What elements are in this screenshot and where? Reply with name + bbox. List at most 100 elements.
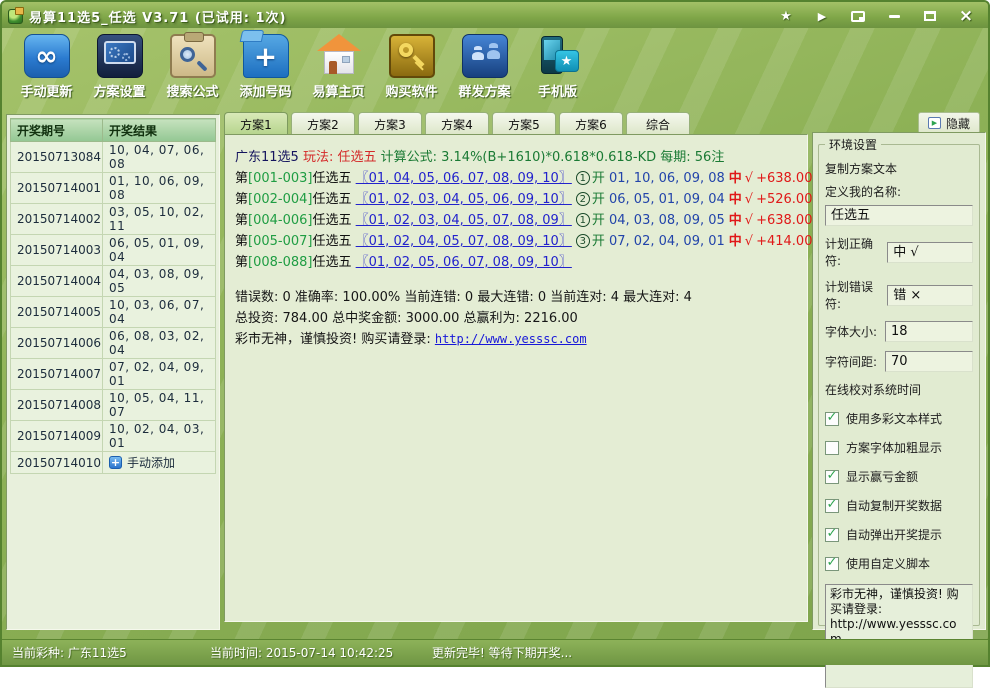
skin-button[interactable]	[844, 7, 872, 25]
issue-cell: 20150714007	[11, 359, 103, 390]
open-result: 01, 10, 06, 09, 08	[609, 171, 725, 186]
table-row[interactable]: 2015071400404, 03, 08, 09, 05	[11, 266, 216, 297]
hide-panel-button[interactable]: 隐藏	[918, 112, 980, 134]
picked-numbers-link[interactable]: 〖01, 02, 03, 04, 05, 06, 09, 10〗	[356, 192, 572, 207]
tab-plan4[interactable]: 方案4	[425, 112, 489, 135]
checkbox-show-profit[interactable]: 显示赢亏金额	[825, 468, 973, 485]
plan-line: 第[005-007]任选五 〖01, 02, 04, 05, 07, 08, 0…	[235, 231, 797, 252]
result-cell: 10, 02, 04, 03, 01	[102, 421, 215, 452]
table-row[interactable]: 2015071400810, 05, 04, 11, 07	[11, 390, 216, 421]
table-row[interactable]: 2015071400910, 02, 04, 03, 01	[11, 421, 216, 452]
tab-plan2[interactable]: 方案2	[291, 112, 355, 135]
table-row[interactable]: 2015071400306, 05, 01, 09, 04	[11, 235, 216, 266]
title-bar: 易算11选5_任选 V3.71 (已试用: 1次)	[2, 2, 988, 28]
checkbox-custom-script[interactable]: 使用自定义脚本	[825, 555, 973, 572]
line-play: 任选五	[312, 234, 351, 249]
error-symbol-input[interactable]: 错 ×	[887, 285, 973, 306]
toolbar-group-send[interactable]: 群发方案	[448, 34, 521, 110]
manual-add-label: 手动添加	[127, 454, 175, 471]
copy-plan-text-label[interactable]: 复制方案文本	[825, 160, 973, 177]
tab-plan5[interactable]: 方案5	[492, 112, 556, 135]
toolbar-homepage[interactable]: 易算主页	[302, 34, 375, 110]
hit-sequence-badge: 1	[576, 171, 590, 185]
checkbox-colorful-text[interactable]: 使用多彩文本样式	[825, 410, 973, 427]
line-prefix: 第	[235, 192, 248, 207]
toolbar-mobile-version[interactable]: 手机版	[521, 34, 594, 110]
maximize-button[interactable]	[916, 7, 944, 25]
open-label: 开	[592, 171, 605, 186]
draw-history-table: 开奖期号 开奖结果 2015071308410, 04, 07, 06, 08 …	[10, 118, 216, 474]
minimize-icon	[889, 15, 900, 18]
purchase-link[interactable]: http://www.yesssc.com	[435, 332, 587, 346]
lottery-name: 广东11选5	[235, 150, 299, 165]
issue-cell: 20150714009	[11, 421, 103, 452]
line-play: 任选五	[312, 255, 351, 270]
manual-add-button[interactable]: 手动添加	[109, 454, 214, 471]
line-play: 任选五	[312, 192, 351, 207]
table-row[interactable]: 2015071400510, 03, 06, 07, 04	[11, 297, 216, 328]
plan-line: 第[008-088]任选五 〖01, 02, 05, 06, 07, 08, 0…	[235, 252, 797, 273]
status-bar: 当前彩种: 广东11选5 当前时间: 2015-07-14 10:42:25 更…	[2, 639, 988, 665]
app-icon	[8, 9, 23, 24]
picked-numbers-link[interactable]: 〖01, 02, 05, 06, 07, 08, 09, 10〗	[356, 255, 572, 270]
collapse-arrow-icon	[928, 117, 941, 129]
toolbar-label: 手动更新	[20, 81, 72, 100]
profit-amount: +414.00	[756, 234, 812, 249]
toolbar-search-formula[interactable]: 搜索公式	[156, 34, 229, 110]
result-cell: 04, 03, 08, 09, 05	[102, 266, 215, 297]
toolbar-label: 群发方案	[458, 81, 510, 100]
minimize-button[interactable]	[880, 7, 908, 25]
char-spacing-label: 字符间距:	[825, 353, 877, 370]
notice-textarea[interactable]: 彩市无神，谨慎投资! 购买请登录: http://www.yesssc.com	[825, 584, 973, 688]
mobile-icon	[535, 34, 581, 78]
group-send-icon	[462, 34, 508, 78]
char-spacing-input[interactable]: 70	[885, 351, 973, 372]
plan-name-input[interactable]: 任选五	[825, 205, 973, 226]
tab-plan1[interactable]: 方案1	[224, 112, 288, 135]
table-row[interactable]: 2015071308410, 04, 07, 06, 08	[11, 142, 216, 173]
checkbox-auto-copy[interactable]: 自动复制开奖数据	[825, 497, 973, 514]
time-sync-label[interactable]: 在线校对系统时间	[825, 381, 973, 398]
toolbar-plan-settings[interactable]: 方案设置	[83, 34, 156, 110]
close-button[interactable]	[952, 7, 980, 25]
line-prefix: 第	[235, 234, 248, 249]
correct-symbol-input[interactable]: 中 √	[887, 242, 973, 263]
tab-plan6[interactable]: 方案6	[559, 112, 623, 135]
picked-numbers-link[interactable]: 〖01, 04, 05, 06, 07, 08, 09, 10〗	[356, 171, 572, 186]
toolbar-manual-update[interactable]: 手动更新	[10, 34, 83, 110]
checkbox-label: 自动弹出开奖提示	[846, 526, 942, 543]
favorite-button[interactable]	[772, 7, 800, 25]
table-row[interactable]: 2015071400101, 10, 06, 09, 08	[11, 173, 216, 204]
hit-sequence-badge: 1	[576, 213, 590, 227]
table-row[interactable]: 2015071400707, 02, 04, 09, 01	[11, 359, 216, 390]
table-row[interactable]: 2015071400606, 08, 03, 02, 04	[11, 328, 216, 359]
font-size-input[interactable]: 18	[885, 321, 973, 342]
column-header-issue[interactable]: 开奖期号	[11, 119, 103, 142]
open-result: 07, 02, 04, 09, 01	[609, 234, 725, 249]
search-formula-icon	[170, 34, 216, 78]
tab-summary[interactable]: 综合	[626, 112, 690, 135]
issue-range: [001-003]	[248, 171, 312, 186]
play-button[interactable]	[808, 7, 836, 25]
toolbar-label: 搜索公式	[166, 81, 218, 100]
toolbar-label: 购买软件	[385, 81, 437, 100]
line-prefix: 第	[235, 171, 248, 186]
tab-plan3[interactable]: 方案3	[358, 112, 422, 135]
picked-numbers-link[interactable]: 〖01, 02, 03, 04, 05, 07, 08, 09〗	[356, 213, 572, 228]
add-number-icon	[243, 34, 289, 78]
notice-text: 彩市无神，谨慎投资! 购买请登录:	[235, 332, 435, 347]
hit-sequence-badge: 2	[576, 192, 590, 206]
column-header-result[interactable]: 开奖结果	[102, 119, 215, 142]
check-mark: √	[745, 213, 753, 228]
plan-line: 第[004-006]任选五 〖01, 02, 03, 04, 05, 07, 0…	[235, 210, 797, 231]
profit-amount: +638.00	[756, 171, 812, 186]
checkbox-popup-alert[interactable]: 自动弹出开奖提示	[825, 526, 973, 543]
toolbar-add-number[interactable]: 添加号码	[229, 34, 302, 110]
result-cell: 06, 05, 01, 09, 04	[102, 235, 215, 266]
table-row-pending: 20150714010 手动添加	[11, 452, 216, 474]
picked-numbers-link[interactable]: 〖01, 02, 04, 05, 07, 08, 09, 10〗	[356, 234, 572, 249]
toolbar-label: 方案设置	[93, 81, 145, 100]
toolbar-buy-software[interactable]: 购买软件	[375, 34, 448, 110]
table-row[interactable]: 2015071400203, 05, 10, 02, 11	[11, 204, 216, 235]
checkbox-bold-font[interactable]: 方案字体加粗显示	[825, 439, 973, 456]
